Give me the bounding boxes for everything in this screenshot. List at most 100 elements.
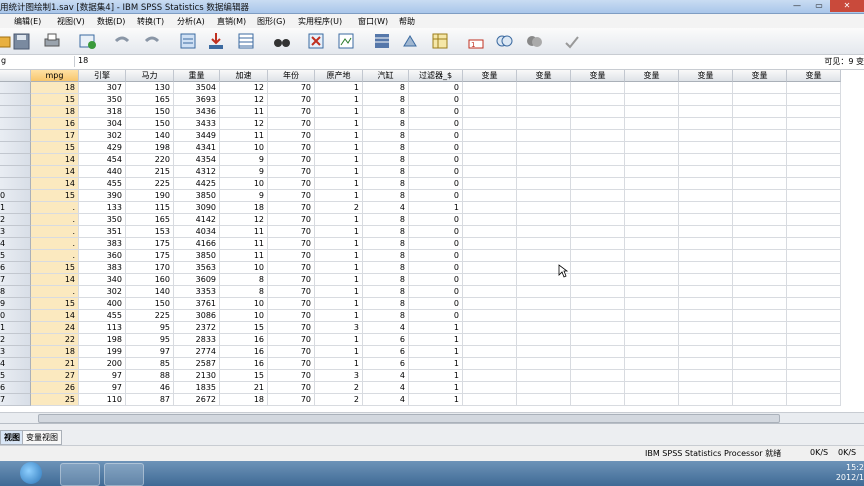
data-cell[interactable]: 1 <box>409 358 463 370</box>
empty-cell[interactable] <box>679 358 733 370</box>
data-cell[interactable]: 1 <box>409 382 463 394</box>
column-header-empty-variable[interactable]: 变量 <box>679 70 733 82</box>
data-cell[interactable]: 70 <box>268 82 315 94</box>
data-cell[interactable]: 70 <box>268 238 315 250</box>
empty-cell[interactable] <box>463 382 517 394</box>
column-header-cylinders[interactable]: 汽缸 <box>363 70 409 82</box>
empty-cell[interactable] <box>733 202 787 214</box>
data-cell[interactable]: 15 <box>31 190 79 202</box>
data-cell[interactable]: 150 <box>126 298 174 310</box>
redo-icon[interactable] <box>142 31 162 51</box>
empty-cell[interactable] <box>679 130 733 142</box>
column-header-empty-variable[interactable]: 变量 <box>571 70 625 82</box>
data-cell[interactable]: 0 <box>409 82 463 94</box>
data-cell[interactable]: 12 <box>220 82 268 94</box>
empty-cell[interactable] <box>733 322 787 334</box>
data-cell[interactable]: 8 <box>363 298 409 310</box>
data-cell[interactable]: 1 <box>315 214 363 226</box>
data-cell[interactable]: 150 <box>126 106 174 118</box>
data-cell[interactable]: 8 <box>363 94 409 106</box>
empty-cell[interactable] <box>733 190 787 202</box>
empty-cell[interactable] <box>463 394 517 406</box>
data-cell[interactable]: 1 <box>315 298 363 310</box>
data-cell[interactable]: 70 <box>268 118 315 130</box>
data-cell[interactable]: 10 <box>220 178 268 190</box>
empty-cell[interactable] <box>571 142 625 154</box>
data-cell[interactable]: 70 <box>268 334 315 346</box>
data-cell[interactable]: 11 <box>220 130 268 142</box>
data-cell[interactable]: 165 <box>126 214 174 226</box>
data-cell[interactable]: 18 <box>220 394 268 406</box>
data-cell[interactable]: 360 <box>79 250 126 262</box>
empty-cell[interactable] <box>625 130 679 142</box>
empty-cell[interactable] <box>463 226 517 238</box>
empty-cell[interactable] <box>679 250 733 262</box>
data-cell[interactable]: 1 <box>409 370 463 382</box>
horizontal-scrollbar[interactable] <box>0 412 864 423</box>
data-cell[interactable]: 304 <box>79 118 126 130</box>
empty-cell[interactable] <box>463 346 517 358</box>
column-header-empty-variable[interactable]: 变量 <box>733 70 787 82</box>
empty-cell[interactable] <box>733 274 787 286</box>
row-header[interactable] <box>0 142 31 154</box>
data-cell[interactable]: 8 <box>363 250 409 262</box>
empty-cell[interactable] <box>463 166 517 178</box>
data-cell[interactable]: 110 <box>79 394 126 406</box>
empty-cell[interactable] <box>679 322 733 334</box>
data-cell[interactable]: 3693 <box>174 94 220 106</box>
data-cell[interactable]: 4 <box>363 202 409 214</box>
data-cell[interactable]: 2587 <box>174 358 220 370</box>
empty-cell[interactable] <box>787 370 841 382</box>
data-cell[interactable]: 70 <box>268 202 315 214</box>
data-cell[interactable]: 18 <box>31 346 79 358</box>
data-cell[interactable]: 16 <box>220 346 268 358</box>
data-cell[interactable]: 3436 <box>174 106 220 118</box>
data-cell[interactable]: 1 <box>409 346 463 358</box>
menu-graphs[interactable]: 图形(G) <box>257 16 285 27</box>
data-cell[interactable]: 1 <box>315 310 363 322</box>
menu-data[interactable]: 数据(D) <box>97 16 125 27</box>
data-cell[interactable]: 4354 <box>174 154 220 166</box>
cell-value-input[interactable]: 18 <box>74 56 778 67</box>
empty-cell[interactable] <box>571 154 625 166</box>
data-cell[interactable]: 8 <box>363 310 409 322</box>
empty-cell[interactable] <box>733 166 787 178</box>
column-header-year[interactable]: 年份 <box>268 70 315 82</box>
data-cell[interactable]: 85 <box>126 358 174 370</box>
row-header[interactable] <box>0 166 31 178</box>
data-cell[interactable]: 18 <box>220 202 268 214</box>
empty-cell[interactable] <box>463 214 517 226</box>
data-cell[interactable]: 350 <box>79 94 126 106</box>
data-cell[interactable]: 1 <box>315 178 363 190</box>
data-cell[interactable]: 455 <box>79 178 126 190</box>
empty-cell[interactable] <box>571 118 625 130</box>
column-header-acceleration[interactable]: 加速 <box>220 70 268 82</box>
save-icon[interactable] <box>12 31 32 51</box>
data-cell[interactable]: 225 <box>126 178 174 190</box>
empty-cell[interactable] <box>571 346 625 358</box>
row-header[interactable]: 5 <box>0 370 31 382</box>
data-cell[interactable]: 225 <box>126 310 174 322</box>
find-icon[interactable] <box>272 31 292 51</box>
data-cell[interactable]: 8 <box>363 118 409 130</box>
data-cell[interactable]: 130 <box>126 82 174 94</box>
empty-cell[interactable] <box>517 166 571 178</box>
data-cell[interactable]: 350 <box>79 214 126 226</box>
data-cell[interactable]: 10 <box>220 262 268 274</box>
row-header[interactable]: 7 <box>0 394 31 406</box>
select-cases-icon[interactable] <box>372 31 392 51</box>
data-cell[interactable]: 4341 <box>174 142 220 154</box>
data-cell[interactable]: 140 <box>126 286 174 298</box>
empty-cell[interactable] <box>679 274 733 286</box>
empty-cell[interactable] <box>733 310 787 322</box>
empty-cell[interactable] <box>733 226 787 238</box>
start-button[interactable] <box>20 462 42 484</box>
empty-cell[interactable] <box>679 262 733 274</box>
tab-variable-view[interactable]: 变量视图 <box>22 430 62 445</box>
empty-cell[interactable] <box>463 286 517 298</box>
menu-view[interactable]: 视图(V) <box>57 16 85 27</box>
row-header[interactable]: 4 <box>0 358 31 370</box>
data-cell[interactable]: 8 <box>363 238 409 250</box>
empty-cell[interactable] <box>625 298 679 310</box>
empty-cell[interactable] <box>679 346 733 358</box>
